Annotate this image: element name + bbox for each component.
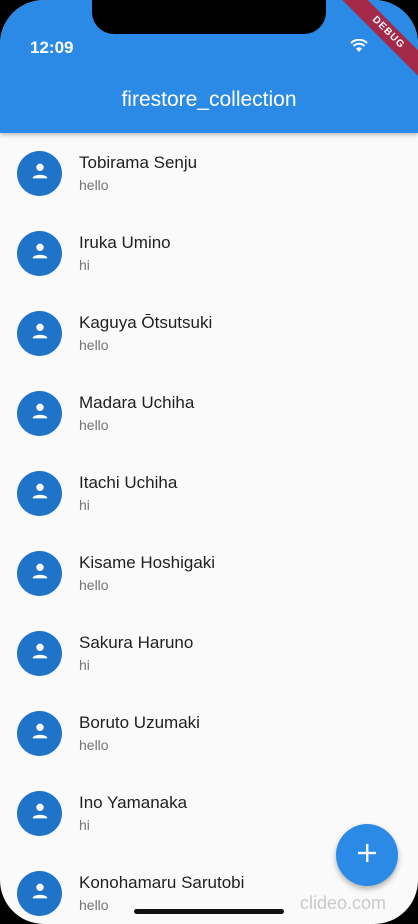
- device-notch: [92, 0, 326, 34]
- avatar: [17, 311, 62, 356]
- person-icon: [29, 640, 51, 667]
- contact-name: Tobirama Senju: [79, 153, 198, 172]
- avatar: [17, 551, 62, 596]
- avatar: [17, 391, 62, 436]
- page-title: firestore_collection: [121, 88, 297, 111]
- avatar: [17, 151, 62, 196]
- person-icon: [29, 240, 51, 267]
- avatar: [17, 231, 62, 276]
- contact-name: Iruka Umino: [79, 233, 171, 252]
- person-icon: [29, 480, 51, 507]
- avatar: [17, 711, 62, 756]
- list-item[interactable]: Madara Uchiha hello: [0, 373, 418, 453]
- contact-message: hi: [79, 257, 90, 273]
- list-item[interactable]: Iruka Umino hi: [0, 213, 418, 293]
- list-item[interactable]: Boruto Uzumaki hello: [0, 693, 418, 773]
- add-icon: [356, 842, 378, 869]
- person-icon: [29, 880, 51, 907]
- person-icon: [29, 160, 51, 187]
- contact-message: hello: [79, 177, 109, 193]
- person-icon: [29, 720, 51, 747]
- list-item[interactable]: Sakura Haruno hi: [0, 613, 418, 693]
- person-icon: [29, 560, 51, 587]
- contact-message: hi: [79, 817, 90, 833]
- contact-message: hello: [79, 417, 109, 433]
- contact-name: Ino Yamanaka: [79, 793, 188, 812]
- contact-message: hello: [79, 577, 109, 593]
- contact-name: Kaguya Ōtsutsuki: [79, 313, 213, 332]
- contact-message: hi: [79, 497, 90, 513]
- contact-name: Itachi Uchiha: [79, 473, 178, 492]
- contact-name: Sakura Haruno: [79, 633, 194, 652]
- home-indicator[interactable]: [134, 909, 284, 914]
- avatar: [17, 471, 62, 516]
- contact-list: Tobirama Senju hello Iruka Umino hi Kagu…: [0, 133, 418, 924]
- status-time: 12:09: [30, 38, 74, 57]
- list-item[interactable]: Kaguya Ōtsutsuki hello: [0, 293, 418, 373]
- contact-name: Konohamaru Sarutobi: [79, 873, 245, 892]
- contact-name: Madara Uchiha: [79, 393, 195, 412]
- watermark: clideo.com: [300, 893, 387, 913]
- person-icon: [29, 400, 51, 427]
- person-icon: [29, 320, 51, 347]
- list-item[interactable]: Kisame Hoshigaki hello: [0, 533, 418, 613]
- contact-message: hi: [79, 657, 90, 673]
- contact-message: hello: [79, 737, 109, 753]
- contact-name: Boruto Uzumaki: [79, 713, 200, 732]
- list-item[interactable]: Itachi Uchiha hi: [0, 453, 418, 533]
- contact-message: hello: [79, 337, 109, 353]
- add-button[interactable]: [336, 824, 398, 886]
- avatar: [17, 871, 62, 916]
- wifi-icon: [350, 38, 368, 58]
- contact-name: Kisame Hoshigaki: [79, 553, 216, 572]
- contact-message: hello: [79, 897, 109, 913]
- avatar: [17, 631, 62, 676]
- avatar: [17, 791, 62, 836]
- list-item[interactable]: Tobirama Senju hello: [0, 133, 418, 213]
- phone-screen: 12:09 DEBUG firestore_collection Tobiram…: [0, 0, 418, 924]
- person-icon: [29, 800, 51, 827]
